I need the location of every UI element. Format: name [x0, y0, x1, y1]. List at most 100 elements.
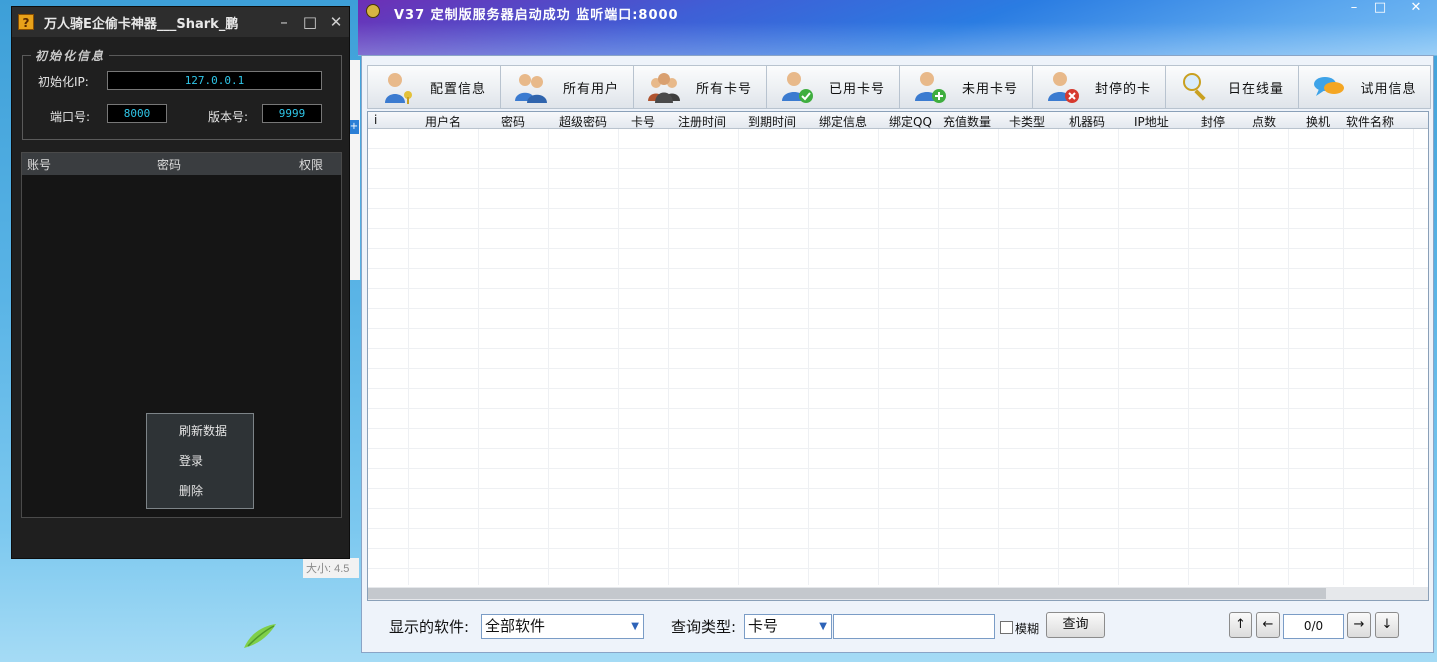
init-info-group: 初始化信息 [22, 47, 342, 140]
column-header-permission[interactable]: 权限 [299, 156, 323, 173]
version-label: 版本号: [208, 110, 249, 124]
toolbar-config-button[interactable]: 配置信息 [367, 65, 500, 109]
chevron-down-icon: ▼ [631, 621, 639, 632]
minimize-button[interactable]: – [1340, 0, 1368, 16]
maximize-button[interactable]: □ [1366, 0, 1394, 16]
column-header[interactable]: i [374, 113, 377, 127]
grid-column-line [1413, 129, 1414, 585]
version-field[interactable]: 9999 [262, 104, 322, 123]
grid-row-line [368, 368, 1428, 369]
query-input[interactable] [833, 614, 995, 639]
magnifier-icon [1183, 73, 1206, 101]
column-header[interactable]: 卡类型 [1009, 113, 1045, 130]
horizontal-scrollbar[interactable] [368, 587, 1428, 600]
grid-row-line [368, 388, 1428, 389]
grid-row-line [368, 188, 1428, 189]
column-header[interactable]: 超级密码 [559, 113, 607, 130]
column-header[interactable]: 绑定QQ [889, 113, 932, 130]
grid-row-line [368, 528, 1428, 529]
column-header[interactable]: 软件名称 [1346, 113, 1394, 130]
fuzzy-label: 模糊 [1015, 622, 1040, 636]
grid-column-line [878, 129, 879, 585]
toolbar-daily-online-button[interactable]: 日在线量 [1165, 65, 1298, 109]
software-label: 显示的软件: [389, 618, 470, 636]
init-info-legend: 初始化信息 [35, 49, 106, 63]
toolbar-blocked-cards-button[interactable]: 封停的卡 [1032, 65, 1165, 109]
query-type-select[interactable]: 卡号 ▼ [744, 614, 832, 639]
next-page-button[interactable]: → [1347, 612, 1371, 638]
query-button[interactable]: 查询 [1046, 612, 1105, 638]
grid-row-line [368, 148, 1428, 149]
last-page-button[interactable]: ↓ [1375, 612, 1399, 638]
toolbar-all-cards-button[interactable]: 所有卡号 [633, 65, 766, 109]
toolbar-used-cards-button[interactable]: 已用卡号 [766, 65, 899, 109]
close-button[interactable]: ✕ [323, 13, 349, 31]
software-select[interactable]: 全部软件 ▼ [481, 614, 644, 639]
column-header[interactable]: 充值数量 [943, 113, 991, 130]
column-header[interactable]: 封停 [1201, 113, 1225, 130]
card-tool-window: ? 万人骑E企偷卡神器___Shark_鹏 – □ ✕ 初始化信息 初始化IP:… [11, 6, 350, 559]
column-header[interactable]: 到期时间 [748, 113, 796, 130]
chevron-down-icon: ▼ [819, 621, 827, 632]
menu-item-login[interactable]: 登录 [179, 452, 203, 469]
query-type-select-value: 卡号 [748, 617, 779, 635]
column-header-password[interactable]: 密码 [157, 156, 181, 173]
port-field[interactable]: 8000 [107, 104, 167, 123]
ip-field[interactable]: 127.0.0.1 [107, 71, 322, 90]
toolbar-label: 所有卡号 [695, 81, 752, 97]
toolbar-label: 封停的卡 [1094, 81, 1151, 97]
grid-column-line [548, 129, 549, 585]
grid-row-line [368, 508, 1428, 509]
chat-bubble-icon [1314, 77, 1344, 96]
prev-page-button[interactable]: ← [1256, 612, 1280, 638]
grid-row-line [368, 288, 1428, 289]
toolbar-all-users-button[interactable]: 所有用户 [500, 65, 633, 109]
desktop-leaf-decoration [244, 624, 276, 648]
query-type-label: 查询类型: [671, 618, 737, 636]
page-field[interactable]: 0/0 [1283, 614, 1344, 639]
grid-row-line [368, 548, 1428, 549]
fuzzy-checkbox[interactable] [1000, 621, 1013, 634]
column-header[interactable]: 换机 [1306, 113, 1330, 130]
first-page-button[interactable]: ↑ [1229, 612, 1252, 638]
grid-row-line [368, 448, 1428, 449]
grid-row-line [368, 348, 1428, 349]
grid-column-line [1288, 129, 1289, 585]
column-header[interactable]: 点数 [1252, 113, 1276, 130]
toolbar-trial-info-button[interactable]: 试用信息 [1298, 65, 1431, 109]
grid-column-line [478, 129, 479, 585]
close-button[interactable]: ✕ [1402, 0, 1430, 16]
grid-column-line [738, 129, 739, 585]
query-bar: 显示的软件: 全部软件 ▼ 查询类型: 卡号 ▼ 模糊 查询 ↑ ← 0/0 →… [362, 604, 1435, 652]
menu-item-delete[interactable]: 删除 [179, 482, 203, 499]
column-header[interactable]: 机器码 [1069, 113, 1105, 130]
grid-column-line [618, 129, 619, 585]
minimize-button[interactable]: – [271, 13, 297, 31]
grid-row-line [368, 468, 1428, 469]
column-header[interactable]: IP地址 [1134, 113, 1169, 130]
app-icon: ? [18, 14, 34, 30]
grid-column-line [938, 129, 939, 585]
toolbar: 配置信息 所有用户 所有卡号 已用卡号 未用卡号 封停的卡 日在线量 试用信息 [367, 65, 1431, 109]
column-header[interactable]: 密码 [501, 113, 525, 130]
card-table[interactable]: i 用户名 密码 超级密码 卡号 注册时间 到期时间 绑定信息 绑定QQ 充值数… [367, 111, 1429, 601]
toolbar-unused-cards-button[interactable]: 未用卡号 [899, 65, 1032, 109]
grid-row-line [368, 268, 1428, 269]
server-title-bar: V37 定制版服务器启动成功 监听端口:8000 – □ ✕ [358, 0, 1437, 56]
account-grid[interactable]: 账号 密码 权限 刷新数据 登录 删除 [21, 152, 342, 518]
user-check-icon [782, 72, 813, 103]
port-label: 端口号: [50, 110, 91, 124]
menu-item-refresh[interactable]: 刷新数据 [179, 422, 227, 439]
server-window-title: V37 定制版服务器启动成功 监听端口:8000 [394, 8, 679, 23]
column-header[interactable]: 用户名 [425, 113, 461, 130]
toolbar-label: 未用卡号 [961, 81, 1018, 97]
column-header[interactable]: 注册时间 [678, 113, 726, 130]
group-icon [648, 73, 680, 103]
column-header[interactable]: 卡号 [631, 113, 655, 130]
maximize-button[interactable]: □ [297, 13, 323, 31]
grid-column-line [1188, 129, 1189, 585]
column-header[interactable]: 绑定信息 [819, 113, 867, 130]
grid-row-line [368, 168, 1428, 169]
scrollbar-thumb[interactable] [368, 588, 1326, 599]
column-header-account[interactable]: 账号 [27, 156, 51, 173]
